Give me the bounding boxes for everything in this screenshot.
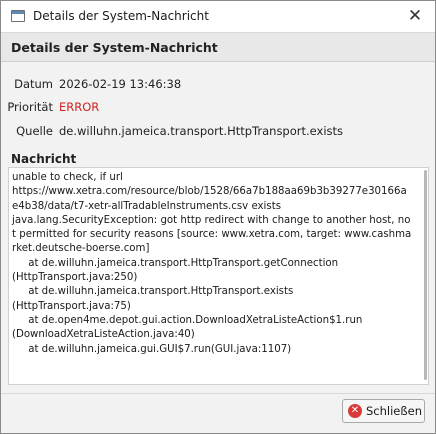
dialog-window: Details der System-Nachricht ✕ Details d…	[0, 0, 436, 434]
source-label: Quelle	[16, 124, 53, 138]
dialog-header: Details der System-Nachricht	[1, 32, 435, 62]
close-button-label: Schließen	[366, 404, 422, 418]
window-icon	[11, 10, 25, 22]
close-circle-icon: ✕	[348, 404, 362, 418]
message-textarea[interactable]: unable to check, if url https://www.xetr…	[8, 167, 429, 385]
message-text: unable to check, if url https://www.xetr…	[12, 172, 412, 355]
source-value: de.willuhn.jameica.transport.HttpTranspo…	[59, 124, 344, 138]
page-title: Details der System-Nachricht	[11, 40, 218, 55]
message-scrollbar[interactable]	[421, 170, 427, 382]
date-value: 2026-02-19 13:46:38	[59, 77, 182, 91]
close-icon: ✕	[407, 6, 423, 26]
date-label: Datum	[14, 77, 53, 91]
close-button[interactable]: ✕ Schließen	[342, 399, 425, 423]
scroll-thumb[interactable]	[424, 170, 427, 380]
message-label: Nachricht	[11, 152, 77, 166]
priority-label: Priorität	[7, 100, 53, 114]
priority-value: ERROR	[59, 100, 100, 114]
window-title: Details der System-Nachricht	[33, 9, 209, 23]
footer-divider	[1, 393, 435, 394]
title-bar[interactable]: Details der System-Nachricht ✕	[1, 1, 435, 32]
title-close-button[interactable]: ✕	[403, 4, 427, 28]
